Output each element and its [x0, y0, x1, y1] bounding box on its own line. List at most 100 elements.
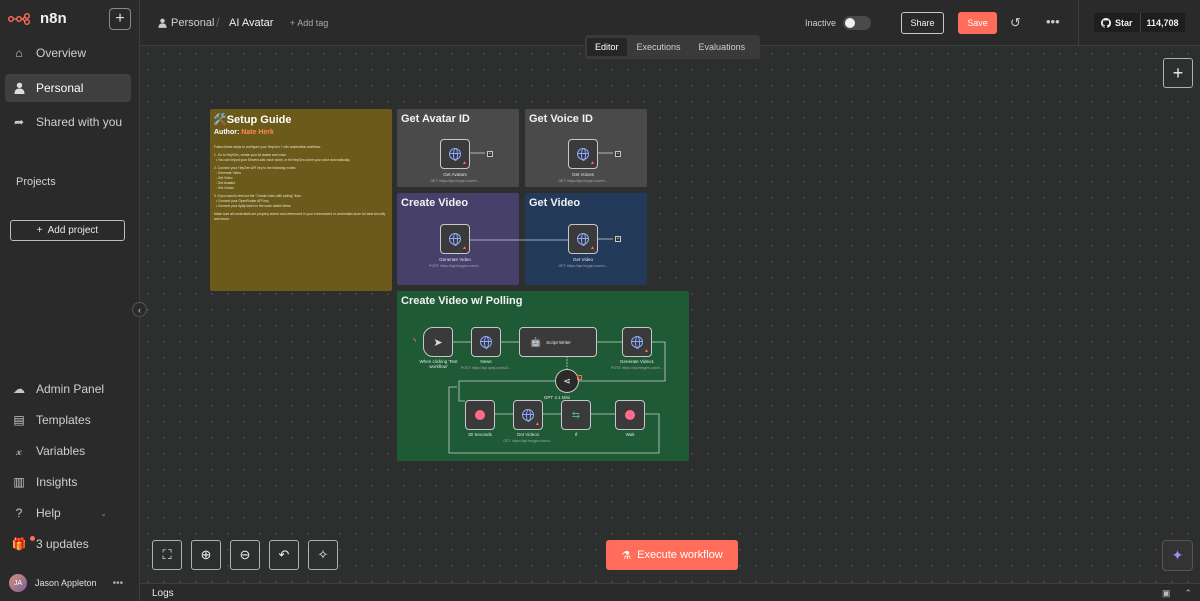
note-title: Get Voice ID	[529, 113, 593, 125]
sidebar-item-personal[interactable]: Personal	[5, 74, 131, 102]
node-label: Generate Video	[439, 257, 471, 262]
tab-evaluations[interactable]: Evaluations	[691, 38, 754, 56]
add-project-button[interactable]: + Add project	[10, 220, 125, 241]
tidy-up-icon: ✧	[317, 547, 329, 562]
if-node[interactable]: ⇆	[561, 400, 591, 430]
tab-executions[interactable]: Executions	[629, 38, 689, 56]
fit-view-button[interactable]: ⛶	[152, 540, 182, 570]
get-voice-id-note[interactable]: Get Voice ID ▲ + Get Voices GET: https:/…	[525, 109, 647, 187]
sidebar-item-label: 3 updates	[36, 537, 89, 551]
github-star-button[interactable]: Star 114,708	[1094, 13, 1189, 32]
warning-icon: ▲	[644, 348, 649, 354]
output-handle[interactable]: +	[615, 236, 621, 242]
share-icon: ➦	[13, 115, 25, 129]
history-icon[interactable]: ↺	[1010, 15, 1021, 31]
globe-icon	[522, 409, 534, 422]
note-title: Get Avatar ID	[401, 113, 470, 125]
create-video-polling-note[interactable]: Create Video w/ Polling ➤ ϟ When clickin…	[397, 291, 689, 461]
ai-assistant-button[interactable]: ✦	[1162, 540, 1193, 571]
status-label: Inactive	[805, 18, 837, 28]
generate-video1-node[interactable]: ▲	[622, 327, 652, 357]
tab-editor[interactable]: Editor	[587, 38, 627, 56]
get-video-note[interactable]: Get Video ▲ + Get Video GET: https://api…	[525, 193, 647, 285]
if-icon: ⇆	[571, 409, 581, 421]
share-button[interactable]: Share	[901, 12, 944, 34]
get-voices-node[interactable]: ▲	[568, 139, 598, 169]
chevron-up-icon[interactable]: ⌃	[1184, 588, 1192, 599]
logs-label: Logs	[152, 588, 174, 599]
add-project-label: Add project	[47, 225, 99, 236]
projects-heading: Projects	[16, 176, 56, 188]
node-label: Script Writer	[546, 339, 571, 345]
save-button[interactable]: Save	[958, 12, 997, 34]
node-label: Get Avatars	[443, 172, 467, 177]
get-avatar-id-note[interactable]: Get Avatar ID ▲ + Get Avatars GET: https…	[397, 109, 519, 187]
script-writer-node[interactable]: 🤖 Script Writer	[519, 327, 597, 357]
node-label: Get Video	[573, 257, 593, 262]
user-icon	[12, 81, 26, 95]
generate-video-node[interactable]: ▲	[440, 224, 470, 254]
wait-30-seconds-node[interactable]	[465, 400, 495, 430]
openai-icon: ⋖	[563, 375, 571, 386]
globe-icon	[449, 233, 461, 246]
output-handle[interactable]: +	[615, 151, 621, 157]
sidebar-item-label: Help	[36, 506, 61, 520]
workflow-title[interactable]: AI Avatar	[229, 17, 273, 29]
wait-node[interactable]	[615, 400, 645, 430]
execute-workflow-button[interactable]: ⚗ Execute workflow	[606, 540, 738, 570]
get-video1-node[interactable]: ▲	[513, 400, 543, 430]
globe-icon	[449, 148, 461, 161]
warning-icon: ▲	[462, 160, 467, 166]
add-node-button[interactable]: +	[1163, 58, 1193, 88]
sidebar-item-admin-panel[interactable]: ☁ Admin Panel	[5, 375, 131, 403]
zoom-in-icon: ⊕	[200, 547, 212, 562]
add-tag-button[interactable]: + Add tag	[290, 18, 328, 28]
sidebar-item-label: Personal	[36, 81, 84, 95]
manual-trigger-node[interactable]: ➤	[423, 327, 453, 357]
more-icon[interactable]: •••	[113, 578, 124, 589]
sidebar-item-label: Admin Panel	[36, 382, 105, 396]
get-video-node[interactable]: ▲	[568, 224, 598, 254]
create-video-note[interactable]: Create Video ▲ Generate Video POST: http…	[397, 193, 519, 285]
globe-icon	[480, 336, 492, 349]
gpt-model-node[interactable]: ⋖	[555, 369, 579, 393]
sidebar-item-updates[interactable]: 🎁 3 updates	[5, 530, 131, 558]
output-handle[interactable]: +	[487, 151, 493, 157]
sidebar-item-variables[interactable]: 𝓍 Variables	[5, 437, 131, 465]
breadcrumb-project[interactable]: Personal	[158, 17, 214, 29]
plus-icon: +	[115, 10, 125, 27]
reset-zoom-button[interactable]: ↶	[269, 540, 299, 570]
workflow-canvas[interactable]: + 🛠️Setup Guide Author: Nate Herk Follow…	[140, 46, 1200, 583]
sidebar-item-shared[interactable]: ➦ Shared with you	[5, 108, 131, 136]
lightning-icon: ϟ	[413, 338, 417, 344]
github-star-count: 114,708	[1140, 13, 1185, 32]
setup-guide-note[interactable]: 🛠️Setup Guide Author: Nate Herk Follow t…	[210, 109, 392, 291]
active-toggle[interactable]	[843, 16, 871, 30]
node-label: Wait	[625, 432, 635, 437]
zoom-in-button[interactable]: ⊕	[191, 540, 221, 570]
news-node[interactable]	[471, 327, 501, 357]
node-subtitle: GET: https://api.heygen.com/v...	[430, 179, 480, 183]
node-subtitle: POST: https://api.heygen.com/v...	[611, 366, 663, 370]
zoom-out-button[interactable]: ⊖	[230, 540, 260, 570]
home-icon: ⌂	[15, 46, 23, 60]
node-subtitle: POST: https://api.apify.com/v2/...	[460, 366, 512, 370]
panel-icon[interactable]: ▣	[1162, 588, 1171, 599]
more-options-icon[interactable]: •••	[1046, 14, 1060, 29]
user-menu[interactable]: JA Jason Appleton •••	[9, 574, 123, 592]
sidebar-item-templates[interactable]: ▤ Templates	[5, 406, 131, 434]
sidebar-item-overview[interactable]: ⌂ Overview	[5, 39, 131, 67]
logo-icon	[8, 12, 31, 25]
create-button[interactable]: +	[109, 8, 131, 30]
sidebar-item-insights[interactable]: ▥ Insights	[5, 468, 131, 496]
view-tabs: Editor Executions Evaluations	[585, 35, 760, 59]
tidy-up-button[interactable]: ✧	[308, 540, 338, 570]
n8n-logo[interactable]: n8n	[8, 10, 67, 27]
get-avatars-node[interactable]: ▲	[440, 139, 470, 169]
note-body: Follow these steps to configure your Hey…	[214, 145, 386, 221]
sidebar-item-help[interactable]: ? Help ⌄	[5, 499, 131, 527]
cloud-icon: ☁	[13, 382, 25, 396]
warning-icon: ▲	[590, 245, 595, 251]
logs-panel[interactable]: Logs ▣ ⌃	[140, 583, 1200, 601]
collapse-sidebar-button[interactable]: ‹	[132, 302, 147, 317]
